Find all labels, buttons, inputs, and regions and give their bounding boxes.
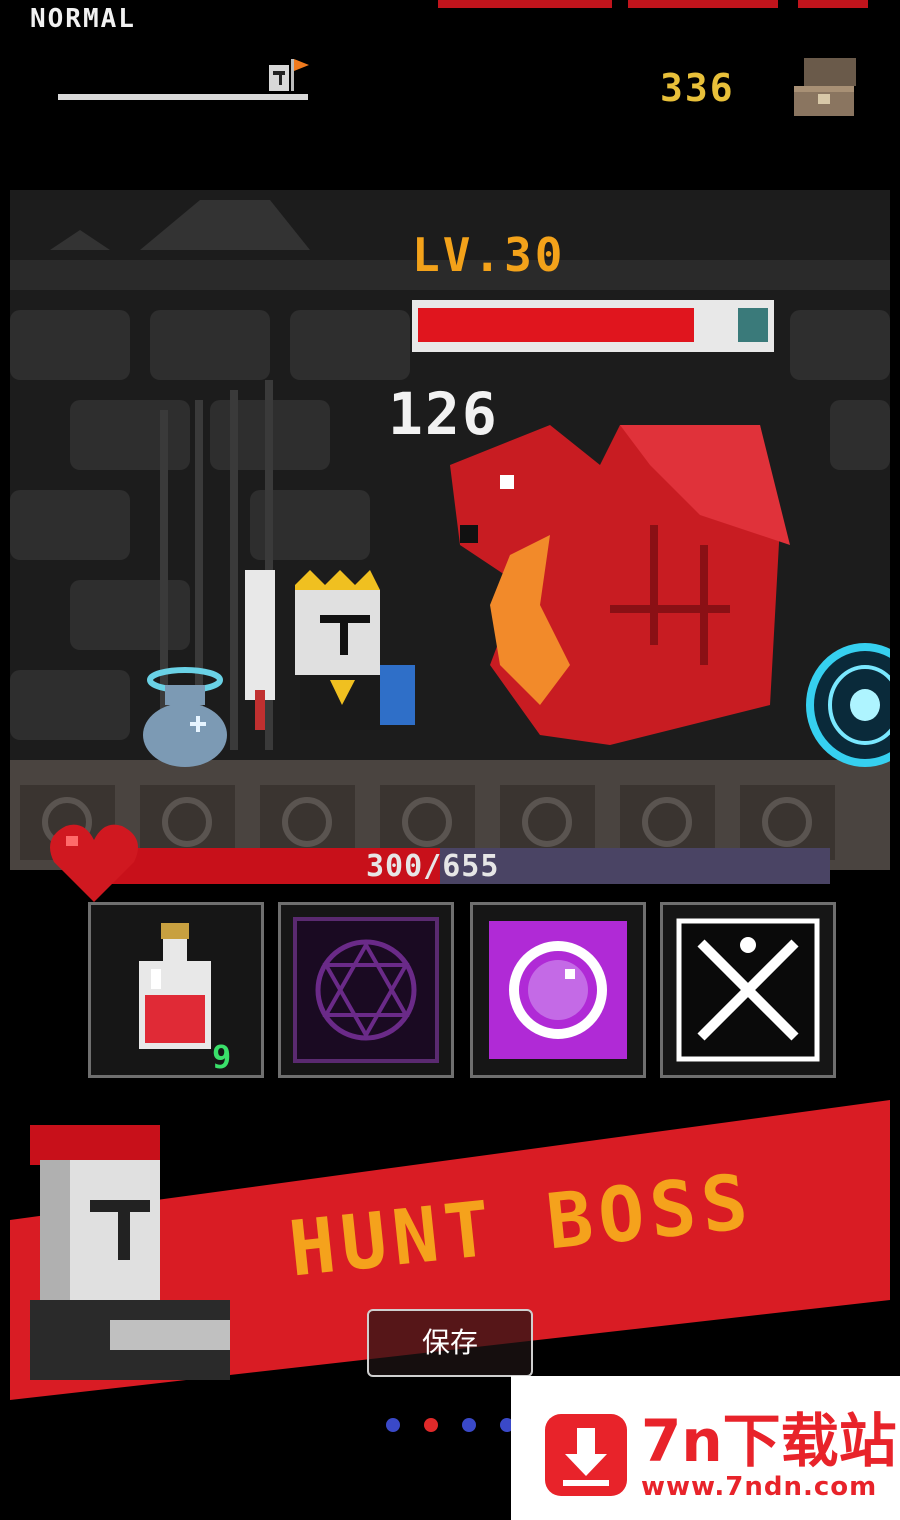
top-tab-3[interactable] — [798, 0, 868, 8]
watermark-title: 7n下载站 — [641, 1407, 897, 1475]
knight-flag-icon — [269, 59, 309, 91]
battle-scene — [10, 190, 890, 870]
portal-icon — [806, 643, 890, 767]
skill-slot-orb[interactable] — [470, 902, 646, 1078]
top-tab-1[interactable] — [438, 0, 612, 8]
orb-icon — [489, 921, 627, 1059]
dragon-boss — [450, 425, 790, 745]
gold-count: 336 — [660, 66, 735, 110]
page-dot-1[interactable] — [386, 1418, 400, 1432]
save-button[interactable]: 保存 — [367, 1309, 533, 1377]
page-dot-2[interactable] — [424, 1418, 438, 1432]
boss-hp-fill — [418, 308, 694, 342]
pot-icon — [143, 667, 227, 767]
page-dot-3[interactable] — [462, 1418, 476, 1432]
boss-hp-bar — [412, 300, 774, 352]
skill-slot-potion[interactable] — [88, 902, 264, 1078]
site-watermark: 7n下载站 www.7ndn.com — [511, 1376, 900, 1520]
damage-number: 126 — [388, 380, 499, 448]
heart-icon — [50, 824, 138, 902]
boss-hp-bar-end — [738, 308, 768, 342]
player-hp-text: 300/655 — [366, 849, 500, 884]
potion-icon — [139, 923, 211, 1049]
skill-slot-dark-circle[interactable] — [278, 902, 454, 1078]
magic-circle-icon — [293, 917, 439, 1063]
difficulty-label: NORMAL — [30, 4, 136, 34]
boss-level: LV.30 — [412, 228, 566, 282]
treasure-chest-icon[interactable] — [790, 56, 860, 118]
top-tab-2[interactable] — [628, 0, 778, 8]
download-icon — [545, 1414, 627, 1496]
potion-count: 9 — [212, 1038, 232, 1076]
crossed-swords-icon — [676, 918, 820, 1062]
watermark-url: www.7ndn.com — [641, 1472, 878, 1502]
skill-slot-swords[interactable] — [660, 902, 836, 1078]
knight-hero — [245, 570, 415, 730]
